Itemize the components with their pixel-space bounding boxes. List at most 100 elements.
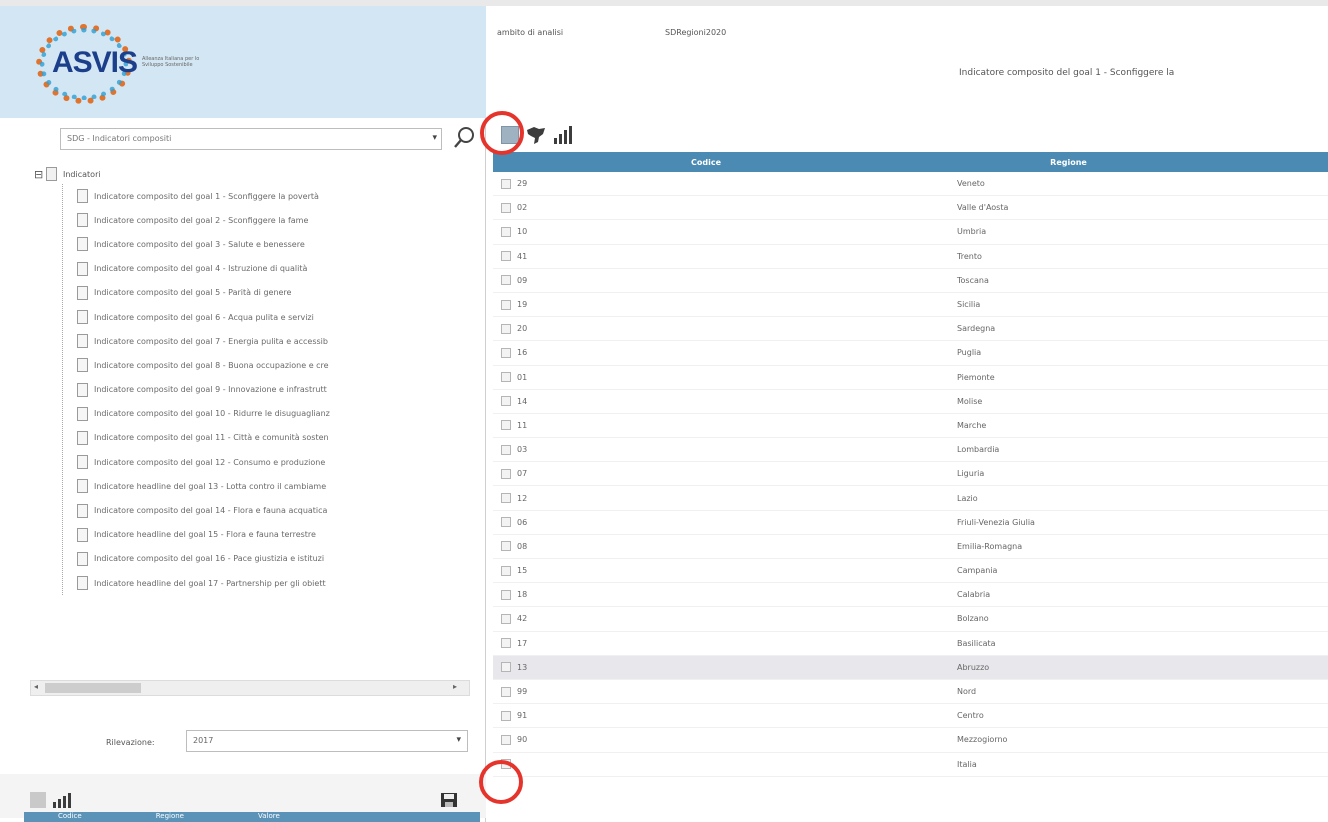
row-detail-icon[interactable] [501,444,511,455]
chevron-down-icon[interactable]: ▾ [432,133,437,143]
row-detail-icon[interactable] [501,275,511,286]
cell-code: 14 [517,396,528,406]
row-detail-icon[interactable] [501,686,511,697]
table-row[interactable]: 91 Centro [493,704,1328,729]
tree-root[interactable]: ⊟ Indicatori [34,164,474,184]
table-row[interactable]: 12 Lazio [493,486,1328,511]
logo-area: ASVIS Alleanza Italiana per lo Sviluppo … [0,6,486,118]
table-row[interactable]: 13 Abruzzo [493,655,1328,680]
scroll-left-icon[interactable]: ◂ [34,682,38,691]
tree-item[interactable]: Indicatore headline del goal 15 - Flora … [63,523,474,547]
table-row[interactable]: 20 Sardegna [493,317,1328,342]
table-row[interactable]: 18 Calabria [493,583,1328,608]
row-detail-icon[interactable] [501,468,511,479]
save-icon[interactable] [440,792,458,808]
tree-item[interactable]: Indicatore composito del goal 12 - Consu… [63,450,474,474]
tree-item-label: Indicatore composito del goal 3 - Salute… [94,239,305,249]
table-row[interactable]: 10 Umbria [493,220,1328,245]
table-row[interactable]: 42 Bolzano [493,607,1328,632]
table-row[interactable]: 01 Piemonte [493,366,1328,390]
grid-view-icon[interactable] [30,792,46,808]
bottom-col-value[interactable]: Valore [224,812,320,822]
table-row[interactable]: 03 Lombardia [493,438,1328,463]
tree-item[interactable]: Indicatore composito del goal 8 - Buona … [63,353,474,377]
map-view-icon[interactable] [525,125,547,145]
tree-item[interactable]: Indicatore composito del goal 2 - Sconfi… [63,208,474,232]
column-header-region[interactable]: Regione [859,158,1328,167]
tree-item[interactable]: Indicatore composito del goal 5 - Parità… [63,281,474,305]
tree-item[interactable]: Indicatore headline del goal 17 - Partne… [63,571,474,595]
table-row[interactable]: 14 Molise [493,390,1328,414]
table-row[interactable]: 15 Campania [493,559,1328,584]
row-detail-icon[interactable] [501,662,511,673]
cell-code: 13 [517,662,528,672]
row-detail-icon[interactable] [501,493,511,504]
tree-item[interactable]: Indicatore composito del goal 16 - Pace … [63,547,474,571]
row-detail-icon[interactable] [501,517,511,528]
row-detail-icon[interactable] [501,734,511,745]
tree-item-label: Indicatore headline del goal 15 - Flora … [94,530,316,540]
cell-region: Centro [957,711,984,721]
tree-item[interactable]: Indicatore composito del goal 7 - Energi… [63,329,474,353]
detection-dropdown[interactable]: 2017 ▾ [186,730,468,752]
cell-code: 15 [517,566,528,576]
scroll-right-icon[interactable]: ▸ [453,682,457,691]
row-detail-icon[interactable] [501,565,511,576]
collapse-icon[interactable]: ⊟ [34,168,46,181]
row-detail-icon[interactable] [501,710,511,721]
tree-item[interactable]: Indicatore composito del goal 6 - Acqua … [63,305,474,329]
row-detail-icon[interactable] [501,396,511,407]
cell-region: Bolzano [957,614,989,624]
table-row[interactable]: 19 Sicilia [493,293,1328,318]
tree-item[interactable]: Indicatore composito del goal 14 - Flora… [63,498,474,522]
row-detail-icon[interactable] [501,226,511,237]
tree-item[interactable]: Indicatore composito del goal 9 - Innova… [63,378,474,402]
tree-item[interactable]: Indicatore composito del goal 11 - Città… [63,426,474,450]
scrollbar-thumb[interactable] [45,683,141,693]
document-icon [77,576,88,591]
cell-region: Toscana [957,275,989,285]
tree-item[interactable]: Indicatore composito del goal 10 - Ridur… [63,402,474,426]
table-row[interactable]: 41 Trento [493,245,1328,269]
row-detail-icon[interactable] [501,347,511,358]
row-detail-icon[interactable] [501,589,511,600]
row-detail-icon[interactable] [501,299,511,310]
table-row[interactable]: 02 Valle d'Aosta [493,196,1328,221]
tree-item[interactable]: Indicatore composito del goal 4 - Istruz… [63,257,474,281]
cell-region: Trento [957,251,982,261]
indicator-set-dropdown[interactable]: SDG - Indicatori compositi ▾ [60,128,442,150]
bar-chart-icon[interactable] [52,792,72,808]
row-detail-icon[interactable] [501,420,511,431]
tree-item[interactable]: Indicatore headline del goal 13 - Lotta … [63,474,474,498]
bar-chart-icon[interactable] [553,126,573,144]
row-detail-icon[interactable] [501,323,511,334]
table-row[interactable]: 06 Friuli-Venezia Giulia [493,511,1328,535]
row-detail-icon[interactable] [501,638,511,649]
table-row[interactable]: 07 Liguria [493,462,1328,487]
bottom-col-code[interactable]: Codice [24,812,122,822]
chevron-down-icon[interactable]: ▾ [456,735,461,745]
horizontal-scrollbar[interactable]: ◂ ▸ [30,680,470,696]
tree-item[interactable]: Indicatore composito del goal 3 - Salute… [63,232,474,256]
column-header-code[interactable]: Codice [493,158,859,167]
row-detail-icon[interactable] [501,372,511,383]
table-row[interactable]: 08 Emilia-Romagna [493,535,1328,559]
document-icon [77,334,88,349]
row-detail-icon[interactable] [501,541,511,552]
row-detail-icon[interactable] [501,613,511,624]
row-detail-icon[interactable] [501,178,511,189]
table-row[interactable]: Italia [493,753,1328,777]
table-row[interactable]: 09 Toscana [493,269,1328,293]
table-row[interactable]: 90 Mezzogiorno [493,728,1328,753]
row-detail-icon[interactable] [501,202,511,213]
bottom-col-region[interactable]: Regione [122,812,224,822]
cell-code: 29 [517,179,528,189]
search-icon[interactable] [452,124,478,150]
table-row[interactable]: 11 Marche [493,414,1328,439]
table-row[interactable]: 29 Veneto [493,172,1328,197]
table-row[interactable]: 16 Puglia [493,341,1328,366]
table-row[interactable]: 99 Nord [493,680,1328,705]
tree-item[interactable]: Indicatore composito del goal 1 - Sconfi… [63,184,474,208]
row-detail-icon[interactable] [501,251,511,262]
table-row[interactable]: 17 Basilicata [493,632,1328,656]
